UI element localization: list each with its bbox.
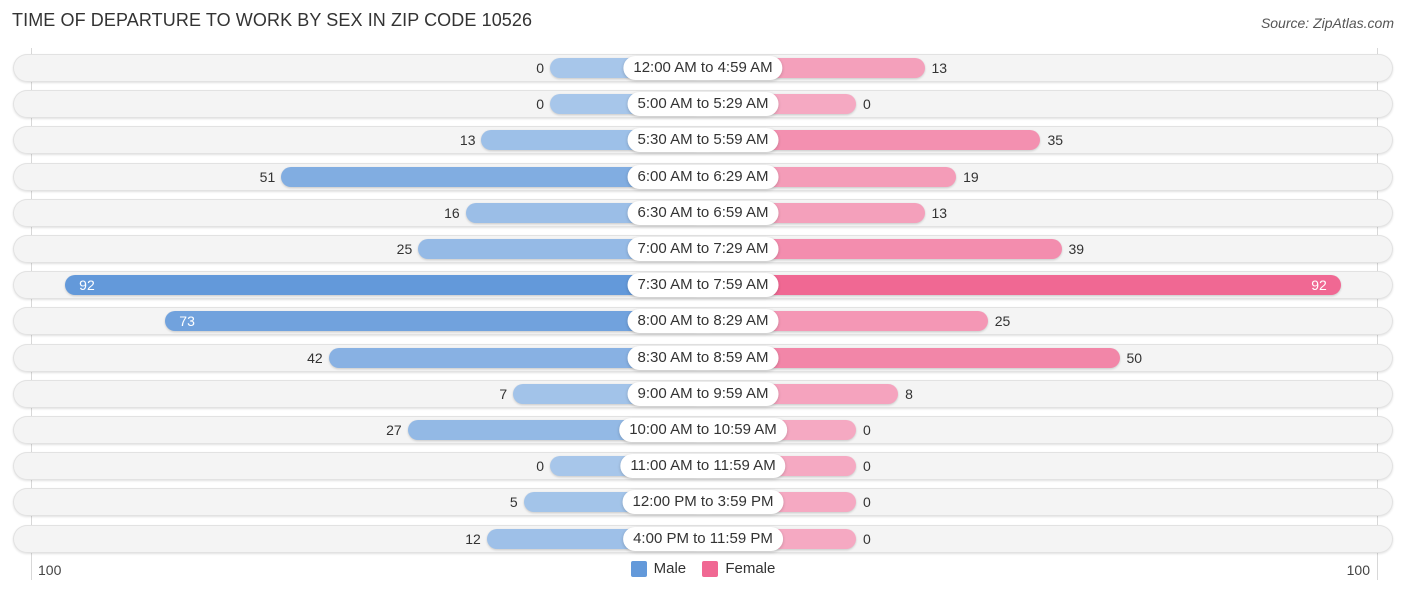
value-label-female: 13 [931, 204, 948, 221]
category-label: 6:30 AM to 6:59 AM [627, 200, 779, 225]
legend-label-female: Female [725, 560, 776, 577]
legend-swatch-male [630, 560, 647, 577]
value-label-male: 5 [509, 494, 518, 511]
category-label: 8:00 AM to 8:29 AM [627, 309, 779, 334]
value-label-female: 8 [905, 385, 913, 402]
value-label-female: 25 [994, 313, 1011, 330]
bar-male[interactable] [165, 311, 703, 332]
category-label: 8:30 AM to 8:59 AM [627, 345, 779, 370]
value-label-male: 92 [79, 277, 95, 294]
category-label: 9:00 AM to 9:59 AM [627, 381, 779, 406]
legend: Male Female [0, 560, 1406, 581]
value-label-female: 39 [1068, 241, 1085, 257]
category-label: 12:00 PM to 3:59 PM [622, 490, 784, 515]
value-label-female: 0 [863, 458, 871, 475]
value-label-male: 73 [179, 313, 195, 330]
value-label-female: 92 [1311, 277, 1327, 294]
value-label-male: 51 [259, 168, 276, 185]
category-label: 10:00 AM to 10:59 AM [619, 418, 787, 442]
bar-female[interactable] [703, 275, 1341, 296]
value-label-female: 0 [863, 494, 871, 511]
value-label-male: 7 [499, 385, 508, 402]
value-label-female: 0 [863, 96, 871, 113]
category-label: 4:00 PM to 11:59 PM [623, 526, 783, 551]
value-label-female: 13 [931, 60, 948, 76]
value-label-female: 50 [1126, 349, 1143, 366]
chart-area: 0 13 12:00 AM to 4:59 AM 0 0 5:00 AM to 5:29 … [0, 0, 1406, 595]
value-label-male: 27 [386, 422, 402, 438]
category-label: 5:30 AM to 5:59 AM [627, 128, 779, 153]
category-label: 12:00 AM to 4:59 AM [623, 56, 783, 80]
value-label-male: 13 [459, 132, 476, 149]
value-label-male: 0 [536, 96, 544, 113]
value-label-male: 42 [307, 349, 323, 366]
bar-male[interactable] [65, 275, 703, 296]
value-label-male: 25 [396, 241, 413, 257]
value-label-male: 12 [465, 530, 481, 547]
category-label: 11:00 AM to 11:59 AM [620, 454, 786, 479]
legend-label-male: Male [653, 560, 687, 577]
category-label: 5:00 AM to 5:29 AM [627, 92, 779, 117]
value-label-male: 16 [444, 204, 460, 221]
legend-item-female: Female [702, 560, 775, 577]
category-label: 7:00 AM to 7:29 AM [627, 237, 779, 261]
value-label-female: 19 [963, 168, 979, 185]
value-label-male: 0 [536, 60, 544, 76]
category-label: 6:00 AM to 6:29 AM [627, 164, 779, 189]
category-label: 7:30 AM to 7:59 AM [627, 273, 779, 298]
value-label-male: 0 [536, 458, 544, 475]
value-label-female: 35 [1047, 132, 1064, 149]
legend-item-male: Male [630, 560, 687, 577]
legend-swatch-female [702, 560, 719, 577]
value-label-female: 0 [863, 530, 871, 547]
value-label-female: 0 [863, 422, 871, 438]
